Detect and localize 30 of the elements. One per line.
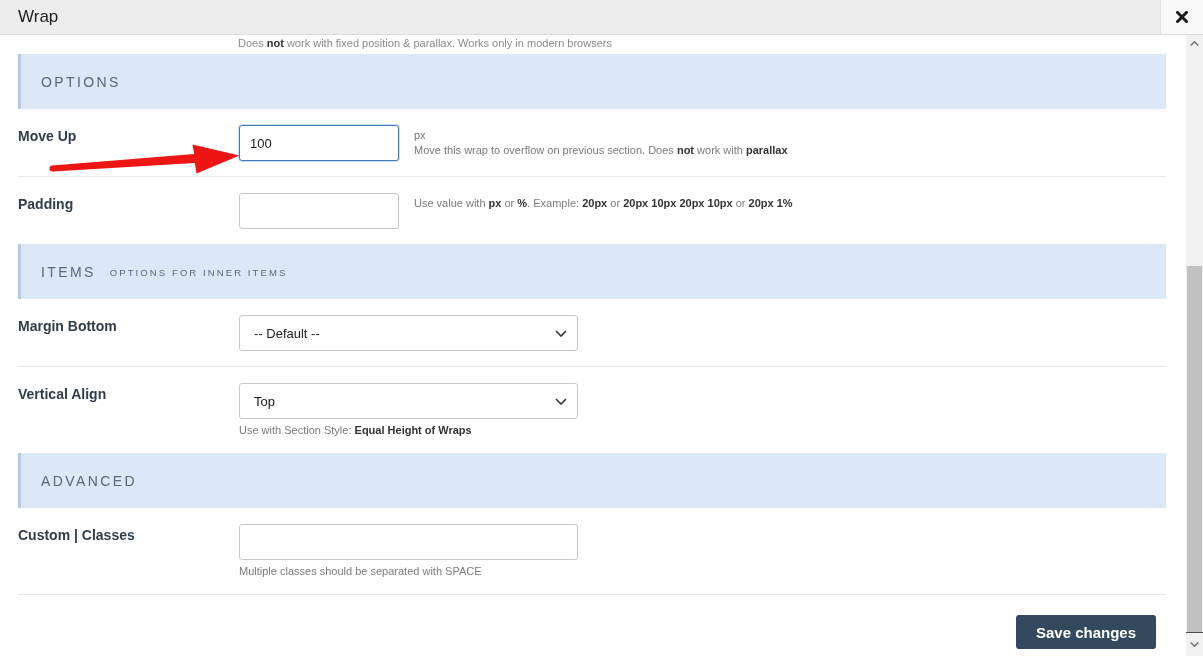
text-field[interactable] [239,524,578,560]
help-text: Does not work with fixed position & parallax. Works only in modern browsers [238,36,613,50]
help-text: Use with Section Style: Equal Height of Wraps [239,423,473,438]
help-text: Use value with px or %. Example: 20px or 20px 10px 20px 10px or 20px 1% [414,196,793,211]
field-label: Custom | Classes [18,527,135,543]
close-icon [1176,11,1188,23]
close-button[interactable] [1160,0,1203,34]
dropdown[interactable]: -- Default -- [239,315,578,351]
section-subtitle: OPTIONS FOR INNER ITEMS [109,267,288,278]
field-label: Vertical Align [18,386,107,402]
text-field[interactable]: 100 [239,125,399,161]
dialog-title: Wrap [18,7,59,27]
scrollbar-thumb[interactable] [1187,266,1202,632]
chevron-down-icon [1190,642,1199,647]
dropdown[interactable]: Top [239,383,578,419]
section-title: ADVANCED [41,472,137,489]
field-label: Margin Bottom [18,318,117,334]
unit-label: px [414,128,427,143]
field-label: Move Up [18,128,77,144]
help-text: Move this wrap to overflow on previous section. Does not work with parallax [414,143,788,158]
chevron-down-icon [555,329,567,337]
scrollbar[interactable] [1186,35,1203,656]
text-field[interactable] [239,193,399,229]
chevron-down-icon [555,397,567,405]
section-title: ITEMS [41,263,96,280]
chevron-up-icon [1190,41,1199,46]
help-text: Multiple classes should be separated with SPACE [239,564,483,579]
section-title: OPTIONS [41,73,121,90]
field-label: Padding [18,196,74,212]
save-button[interactable]: Save changes [1015,615,1156,649]
